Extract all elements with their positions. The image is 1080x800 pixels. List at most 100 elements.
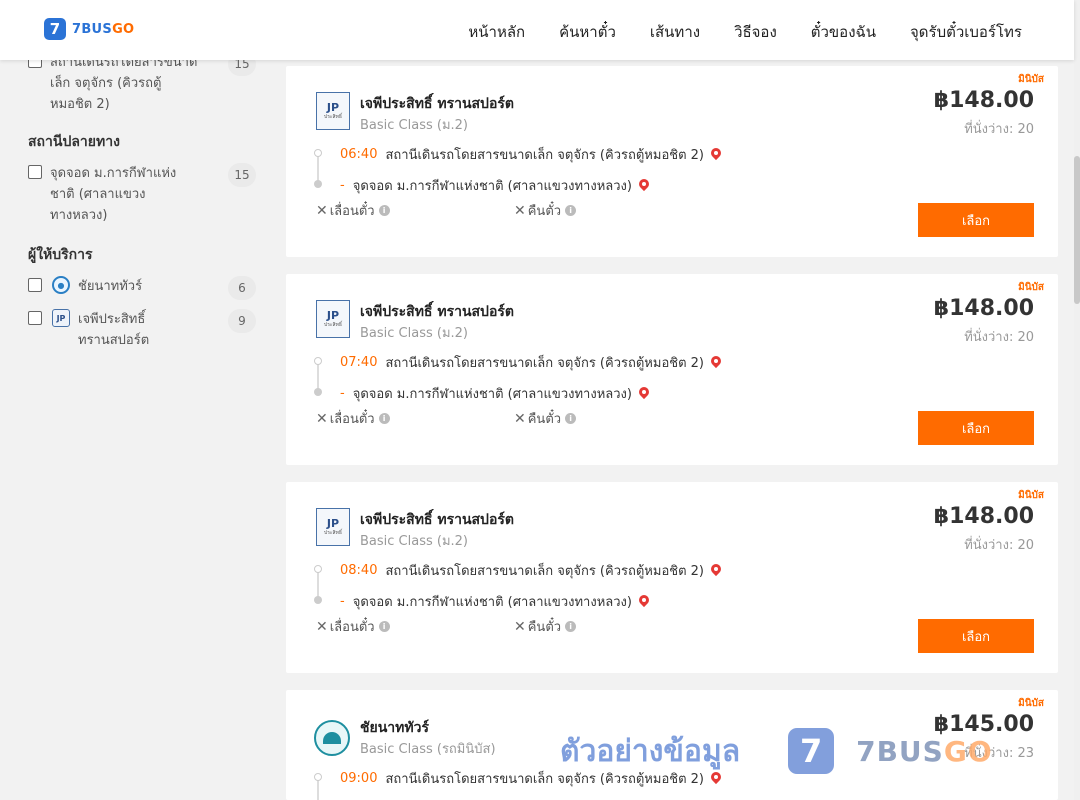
info-icon[interactable]: i <box>378 621 390 632</box>
chainat-tour-logo-icon: ● <box>52 276 70 294</box>
cross-icon: ✕ <box>514 202 526 219</box>
filter-departure-item[interactable]: สถานีเดินรถโดยสารขนาดเล็ก จตุจักร (คิวรถ… <box>28 52 258 115</box>
arrival-info: - จุดจอด ม.การกีฬาแห่งชาติ (ศาลาแขวงทางหล… <box>340 591 650 612</box>
operator-name: ชัยนาททัวร์ <box>360 720 429 736</box>
origin-dot-icon <box>314 773 322 781</box>
watermark-logo-icon: 7 <box>788 728 835 774</box>
destination-station: จุดจอด ม.การกีฬาแห่งชาติ (ศาลาแขวงทางหลว… <box>352 179 632 194</box>
nav-routes[interactable]: เส้นทาง <box>650 20 700 44</box>
arrival-checkbox[interactable] <box>28 165 42 179</box>
departure-info: 06:40 สถานีเดินรถโดยสารขนาดเล็ก จตุจักร (… <box>340 144 722 165</box>
jp-transport-logo-icon: JP ประสิทธิ์ <box>316 508 350 546</box>
operator-name: เจพีประสิทธิ์ ทรานสปอร์ต <box>360 304 514 320</box>
departure-time: 08:40 <box>340 563 378 578</box>
arrival-filter-title: สถานีปลายทาง <box>28 134 120 150</box>
operator-name: เจพีประสิทธิ์ ทรานสปอร์ต <box>360 512 514 528</box>
operator-filter-title: ผู้ให้บริการ <box>28 247 93 263</box>
trip-card: มินิบัส JP ประสิทธิ์ เจพีประสิทธิ์ ทรานสป… <box>286 274 1058 465</box>
destination-dot-icon <box>314 180 322 188</box>
change-ticket-policy: ✕ เลื่อนตั๋ว i <box>316 616 390 637</box>
jp-transport-logo-icon: JP ประสิทธิ์ <box>316 92 350 130</box>
origin-station: สถานีเดินรถโดยสารขนาดเล็ก จตุจักร (คิวรถ… <box>385 564 704 579</box>
logo-badge-icon: 7 <box>44 18 66 40</box>
select-trip-button[interactable]: เลือก <box>918 619 1034 653</box>
filter-operator-item[interactable]: JP เจพีประสิทธิ์ ทรานสปอร์ต 9 <box>28 309 258 351</box>
destination-dot-icon <box>314 388 322 396</box>
select-trip-button[interactable]: เลือก <box>918 203 1034 237</box>
service-class: Basic Class (รถมินิบัส) <box>360 742 496 757</box>
cross-icon: ✕ <box>316 410 328 427</box>
service-class: Basic Class (ม.2) <box>360 326 468 341</box>
change-ticket-policy: ✕ เลื่อนตั๋ว i <box>316 408 390 429</box>
operator-label: ชัยนาททัวร์ <box>78 279 143 294</box>
departure-time: 06:40 <box>340 147 378 162</box>
map-pin-icon[interactable] <box>638 179 650 193</box>
operator-label: เจพีประสิทธิ์ ทรานสปอร์ต <box>78 312 150 348</box>
sample-data-watermark: ตัวอย่างข้อมูล 7 7BUSGO <box>560 726 1020 776</box>
chainat-tour-logo-icon <box>314 720 350 756</box>
operator-checkbox[interactable] <box>28 278 42 292</box>
origin-station: สถานีเดินรถโดยสารขนาดเล็ก จตุจักร (คิวรถ… <box>385 148 704 163</box>
operator-name: เจพีประสิทธิ์ ทรานสปอร์ต <box>360 96 514 112</box>
destination-station: จุดจอด ม.การกีฬาแห่งชาติ (ศาลาแขวงทางหลว… <box>352 387 632 402</box>
refund-ticket-policy: ✕ คืนตั๋ว i <box>514 200 577 221</box>
ticket-price: ฿148.00 <box>933 504 1034 529</box>
info-icon[interactable]: i <box>565 205 577 216</box>
departure-info: 07:40 สถานีเดินรถโดยสารขนาดเล็ก จตุจักร (… <box>340 352 722 373</box>
filter-arrival-item[interactable]: จุดจอด ม.การกีฬาแห่งชาติ (ศาลาแขวงทางหลว… <box>28 163 258 226</box>
origin-station: สถานีเดินรถโดยสารขนาดเล็ก จตุจักร (คิวรถ… <box>385 356 704 371</box>
site-logo[interactable]: 7 7BUSGO <box>44 18 134 40</box>
info-icon[interactable]: i <box>378 413 390 424</box>
select-trip-button[interactable]: เลือก <box>918 411 1034 445</box>
nav-my-tickets[interactable]: ตั๋วของฉัน <box>811 20 876 44</box>
service-class: Basic Class (ม.2) <box>360 534 468 549</box>
departure-info: 08:40 สถานีเดินรถโดยสารขนาดเล็ก จตุจักร (… <box>340 560 722 581</box>
origin-dot-icon <box>314 149 322 157</box>
change-ticket-policy: ✕ เลื่อนตั๋ว i <box>316 200 390 221</box>
nav-search-ticket[interactable]: ค้นหาตั๋ว <box>559 20 616 44</box>
ticket-price: ฿148.00 <box>933 88 1034 113</box>
seats-available: ที่นั่งว่าง: 20 <box>964 330 1034 345</box>
service-class: Basic Class (ม.2) <box>360 118 468 133</box>
nav-ticket-pickup-phone[interactable]: จุดรับตั๋วเบอร์โทร <box>910 20 1022 44</box>
info-icon[interactable]: i <box>565 621 577 632</box>
vehicle-type-tag: มินิบัส <box>1018 74 1044 85</box>
filter-sidebar: สถานีเดินรถโดยสารขนาดเล็ก จตุจักร (คิวรถ… <box>28 52 258 363</box>
map-pin-icon[interactable] <box>638 595 650 609</box>
top-navbar: 7 7BUSGO หน้าหลัก ค้นหาตั๋ว เส้นทาง วิธี… <box>0 0 1074 60</box>
origin-dot-icon <box>314 565 322 573</box>
cross-icon: ✕ <box>316 618 328 635</box>
operator-checkbox[interactable] <box>28 311 42 325</box>
arrival-count-badge: 15 <box>228 163 256 187</box>
map-pin-icon[interactable] <box>710 564 722 578</box>
jp-transport-logo-icon: JP ประสิทธิ์ <box>316 300 350 338</box>
destination-station: จุดจอด ม.การกีฬาแห่งชาติ (ศาลาแขวงทางหลว… <box>352 595 632 610</box>
jp-transport-logo-icon: JP <box>52 309 70 327</box>
map-pin-icon[interactable] <box>710 148 722 162</box>
trip-card: มินิบัส JP ประสิทธิ์ เจพีประสิทธิ์ ทรานสป… <box>286 482 1058 673</box>
departure-time: 07:40 <box>340 355 378 370</box>
map-pin-icon[interactable] <box>638 387 650 401</box>
cross-icon: ✕ <box>514 410 526 427</box>
nav-how-to-book[interactable]: วิธีจอง <box>734 20 777 44</box>
page-scrollbar[interactable] <box>1074 0 1080 800</box>
vehicle-type-tag: มินิบัส <box>1018 490 1044 501</box>
arrival-label: จุดจอด ม.การกีฬาแห่งชาติ (ศาลาแขวงทางหลว… <box>50 166 177 223</box>
watermark-text: ตัวอย่างข้อมูล <box>560 733 741 769</box>
vehicle-type-tag: มินิบัส <box>1018 282 1044 293</box>
main-nav: หน้าหลัก ค้นหาตั๋ว เส้นทาง วิธีจอง ตั๋วข… <box>434 20 1022 44</box>
nav-home[interactable]: หน้าหลัก <box>468 20 525 44</box>
filter-operator-item[interactable]: ● ชัยนาททัวร์ 6 <box>28 276 258 300</box>
map-pin-icon[interactable] <box>710 356 722 370</box>
refund-ticket-policy: ✕ คืนตั๋ว i <box>514 616 577 637</box>
info-icon[interactable]: i <box>378 205 390 216</box>
cross-icon: ✕ <box>514 618 526 635</box>
info-icon[interactable]: i <box>565 413 577 424</box>
cross-icon: ✕ <box>316 202 328 219</box>
seats-available: ที่นั่งว่าง: 20 <box>964 122 1034 137</box>
scrollbar-thumb[interactable] <box>1074 156 1080 304</box>
seats-available: ที่นั่งว่าง: 20 <box>964 538 1034 553</box>
destination-dot-icon <box>314 596 322 604</box>
ticket-price: ฿148.00 <box>933 296 1034 321</box>
departure-time: 09:00 <box>340 771 378 786</box>
